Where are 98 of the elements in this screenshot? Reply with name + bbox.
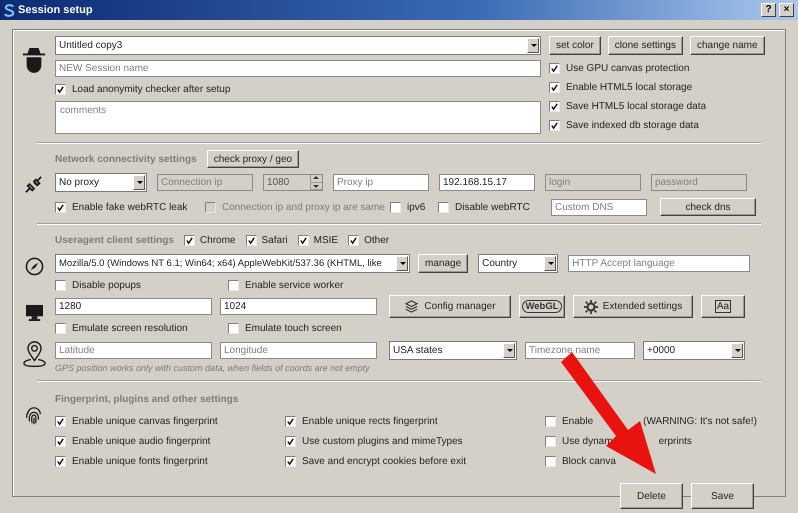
checkbox[interactable]: [228, 280, 239, 290]
checkbox-label: Use custom plugins and mimeTypes: [302, 436, 463, 446]
checkbox-label: erprints: [658, 436, 692, 446]
checkbox-label: MSIE: [314, 234, 338, 246]
hat-figure-icon: [22, 46, 46, 74]
webgl-button[interactable]: WebGL: [519, 295, 565, 318]
session-button[interactable]: clone settings: [608, 36, 683, 55]
session-button[interactable]: change name: [690, 36, 765, 55]
timezone-field[interactable]: Timezone name: [525, 342, 635, 359]
fonts-button[interactable]: Aa: [701, 295, 745, 318]
checkbox-label: Save and encrypt cookies before exit: [302, 456, 466, 466]
checkbox[interactable]: [545, 436, 556, 446]
session-button[interactable]: set color: [549, 36, 601, 55]
section-title: Fingerprint, plugins and other settings: [55, 394, 238, 404]
close-button[interactable]: ×: [779, 3, 794, 17]
extended-settings-button[interactable]: Extended settings: [573, 295, 693, 318]
checkbox[interactable]: [438, 202, 449, 212]
checkbox-label: Disable webRTC: [455, 202, 530, 212]
gps-note: GPS position works only with custom data, when fields of coords are not empty: [55, 363, 371, 373]
checkbox[interactable]: [55, 416, 66, 426]
layers-icon: [404, 300, 420, 313]
checkbox[interactable]: [545, 416, 556, 426]
checkbox[interactable]: [348, 234, 360, 246]
manage-button[interactable]: manage: [418, 254, 468, 273]
checkbox-label: Save indexed db storage data: [566, 120, 699, 131]
fingerprint-icon: [25, 407, 43, 425]
checkbox[interactable]: [55, 202, 66, 212]
checkbox-label: Enable unique canvas fingerprint: [72, 416, 218, 426]
checkbox[interactable]: [55, 322, 66, 334]
region-select[interactable]: USA states: [389, 341, 517, 360]
checkbox[interactable]: [55, 456, 66, 466]
checkbox[interactable]: [246, 234, 256, 246]
screen-width-field[interactable]: 1280: [55, 298, 212, 315]
checkbox[interactable]: [184, 234, 195, 246]
checkbox-label: Save HTML5 local storage data: [566, 101, 706, 112]
dialog-button[interactable]: Delete: [620, 483, 683, 509]
checkbox-label: Connection ip and proxy ip are same: [222, 202, 385, 212]
country-select[interactable]: Country: [478, 254, 558, 273]
checkbox-label: Other: [364, 234, 390, 246]
checkbox-label: Use GPU canvas protection: [566, 63, 690, 74]
longitude-field[interactable]: Longitude: [220, 342, 377, 359]
checkbox[interactable]: [55, 84, 66, 94]
section-title: Useragent client settings: [55, 234, 174, 246]
compass-icon: [24, 257, 44, 276]
checkbox-label: Enable unique fonts fingerprint: [72, 456, 208, 466]
latitude-field[interactable]: Latitude: [55, 342, 212, 359]
input-field[interactable]: 192.168.15.17: [439, 174, 535, 191]
checkbox-label: Enable HTML5 local storage: [566, 82, 692, 93]
checkbox-label: Safari: [262, 234, 288, 246]
checkbox[interactable]: [285, 436, 296, 446]
check-dns-button[interactable]: check dns: [660, 198, 756, 216]
checkbox[interactable]: [55, 436, 66, 446]
checkbox-label: Block canva: [562, 456, 616, 466]
plug-icon: [24, 176, 44, 194]
spin-arrows-icon: [310, 175, 322, 190]
checkbox[interactable]: [55, 280, 66, 290]
check-proxy-button[interactable]: check proxy / geo: [206, 150, 300, 168]
checkbox-label: Load anonymity checker after setup: [72, 84, 230, 94]
accept-language-field[interactable]: HTTP Accept language: [568, 255, 750, 272]
offset-select[interactable]: +0000: [643, 341, 745, 360]
checkbox[interactable]: [549, 101, 560, 112]
location-pin-icon: [22, 340, 46, 368]
checkbox[interactable]: [228, 322, 239, 334]
section-title: Network connectivity settings: [55, 154, 197, 164]
gear-icon: [584, 300, 598, 314]
useragent-select[interactable]: Mozilla/5.0 (Windows NT 6.1; Win64; x64) AppleWebKit/537.36 (KHTML, like: [55, 254, 410, 273]
checkbox-label: ipv6: [407, 202, 426, 212]
checkbox-label: Emulate touch screen: [245, 322, 342, 334]
checkbox[interactable]: [298, 234, 309, 246]
help-button[interactable]: ?: [761, 3, 776, 17]
app-logo-icon: [4, 4, 15, 16]
checkbox-label: Emulate screen resolution: [72, 322, 188, 334]
checkbox-label: Enable fake webRTC leak: [72, 202, 188, 212]
checkbox-label: Enable: [562, 416, 594, 426]
checkbox-label: (WARNING: It's not safe!): [643, 416, 757, 426]
checkbox[interactable]: [390, 202, 401, 212]
checkbox[interactable]: [285, 456, 296, 466]
checkbox[interactable]: [545, 456, 556, 466]
session-select[interactable]: Untitled copy3: [55, 36, 541, 55]
dialog-button[interactable]: Save: [691, 483, 754, 509]
checkbox-label: Enable unique rects fingerprint: [302, 416, 438, 426]
session-name-field[interactable]: NEW Session name: [55, 60, 541, 77]
window-title: Session setup: [18, 4, 93, 16]
checkbox-label: Enable service worker: [245, 280, 344, 290]
checkbox-label: Disable popups: [72, 280, 141, 290]
input-field[interactable]: Proxy ip: [333, 174, 429, 191]
checkbox[interactable]: [549, 120, 560, 131]
checkbox-label: Chrome: [200, 234, 236, 246]
monitor-icon: [24, 304, 44, 321]
checkbox-label: Enable unique audio fingerprint: [72, 436, 210, 446]
checkbox[interactable]: [549, 63, 560, 74]
checkbox[interactable]: [285, 416, 296, 426]
config-manager-button[interactable]: Config manager: [389, 295, 511, 318]
checkbox[interactable]: [549, 82, 560, 93]
screen-height-field[interactable]: 1024: [220, 298, 377, 315]
dns-field[interactable]: Custom DNS: [551, 198, 647, 216]
proxy-type-select[interactable]: No proxy: [55, 173, 147, 192]
comments-field[interactable]: comments: [55, 101, 541, 134]
